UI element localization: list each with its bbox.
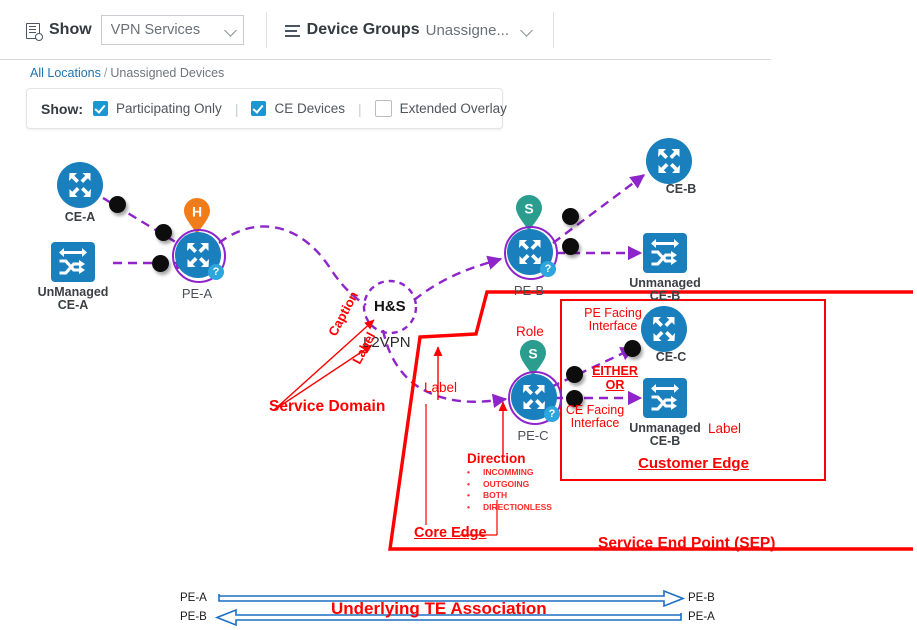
filter-divider-1: | [235, 101, 239, 117]
annotation-ce-facing-interface: CE Facing Interface [556, 404, 634, 430]
breadcrumb-separator: / [104, 66, 107, 80]
node-label-ce-c: CE-C [646, 351, 696, 364]
router-icon [646, 138, 692, 184]
breadcrumb-all-locations[interactable]: All Locations [30, 66, 101, 80]
annotation-caption: Caption [326, 289, 361, 338]
node-label-pe-b: PE-B [495, 284, 563, 297]
show-filter-title: Show: [41, 101, 83, 117]
toolbar-divider-2 [553, 12, 554, 48]
cluster-label-hs: H&S [374, 298, 406, 315]
direction-item: OUTGOING [483, 479, 529, 491]
annotation-either: EITHER [586, 365, 644, 378]
annotation-core-edge: Core Edge [414, 526, 487, 541]
router-icon [57, 162, 103, 208]
interface-dot[interactable] [152, 255, 169, 272]
breadcrumb: All Locations/Unassigned Devices [30, 66, 224, 80]
annotation-label-3: Label [708, 422, 741, 436]
annotation-direction-title: Direction [467, 452, 526, 466]
router-arrows-icon [57, 162, 103, 208]
vpn-services-value: VPN Services [111, 22, 222, 38]
device-groups-chevron-down-icon[interactable] [522, 25, 533, 36]
annotation-role: Role [516, 325, 544, 339]
node-label-pe-c: PE-C [499, 429, 567, 442]
switch-icon [643, 378, 687, 418]
show-filter-panel: Show: Participating Only | CE Devices | … [26, 88, 503, 129]
direction-item: DIRECTIONLESS [483, 502, 552, 514]
annotation-customer-edge: Customer Edge [601, 456, 786, 472]
interface-dot-pe-facing[interactable] [624, 340, 641, 357]
node-label-unmanaged-ce-b: Unmanaged CE-B [621, 422, 709, 448]
checkbox-ce-devices[interactable] [251, 101, 266, 116]
interface-dot[interactable] [566, 366, 583, 383]
breadcrumb-current: Unassigned Devices [110, 66, 224, 80]
vpn-services-select[interactable]: VPN Services [101, 15, 244, 45]
node-label-unmanaged-ce-b-top: Unmanaged CE-B [621, 277, 709, 303]
unknown-status-badge: ? [208, 264, 224, 280]
direction-item: INCOMMING [483, 467, 534, 479]
node-label-pe-a: PE-A [163, 287, 231, 300]
checkbox-extended-overlay[interactable] [375, 100, 392, 117]
annotation-label-2: Label [424, 381, 457, 395]
menu-lines-icon [285, 25, 300, 37]
node-label-ce-a: CE-A [55, 211, 105, 224]
device-groups-value: Unassigne... [426, 22, 509, 39]
annotation-service-end-point: Service End Point (SEP) [598, 536, 775, 552]
role-pin-letter: S [528, 346, 537, 362]
app-root: Show VPN Services Device Groups Unassign… [0, 0, 917, 630]
interface-dot[interactable] [562, 238, 579, 255]
interface-dot[interactable] [109, 196, 126, 213]
interface-dot[interactable] [562, 208, 579, 225]
annotation-service-domain: Service Domain [269, 399, 385, 415]
interface-dot[interactable] [155, 224, 172, 241]
direction-item: BOTH [483, 490, 507, 502]
role-pin-letter: S [524, 201, 533, 217]
unknown-status-badge: ? [540, 261, 556, 277]
label-extended-overlay: Extended Overlay [400, 101, 507, 116]
filter-divider-2: | [358, 101, 362, 117]
annotation-or: OR [586, 379, 644, 392]
switch-icon [643, 233, 687, 273]
te-row1-from: PE-A [180, 592, 207, 604]
role-pin-letter: H [192, 204, 202, 220]
checkbox-participating-only[interactable] [93, 101, 108, 116]
switch-arrows-icon [51, 242, 95, 282]
show-label: Show [49, 21, 92, 39]
top-toolbar: Show VPN Services Device Groups Unassign… [0, 0, 771, 60]
te-row1-to: PE-B [688, 592, 715, 604]
annotation-pe-facing-interface: PE Facing Interface [572, 307, 654, 333]
label-ce-devices: CE Devices [274, 101, 345, 116]
node-label-unmanaged-ce-a: UnManaged CE-A [29, 286, 117, 312]
document-list-icon [26, 22, 42, 39]
chevron-down-icon [226, 25, 237, 36]
device-groups-label: Device Groups [307, 21, 420, 39]
te-row2-from: PE-B [180, 611, 207, 623]
annotation-direction-list: •INCOMMING •OUTGOING •BOTH •DIRECTIONLES… [467, 467, 552, 513]
switch-icon [51, 242, 95, 282]
label-participating-only: Participating Only [116, 101, 222, 116]
node-label-ce-b: CE-B [656, 183, 706, 196]
te-row2-to: PE-A [688, 611, 715, 623]
toolbar-divider-1 [266, 12, 267, 48]
te-association-title: Underlying TE Association [331, 599, 547, 619]
